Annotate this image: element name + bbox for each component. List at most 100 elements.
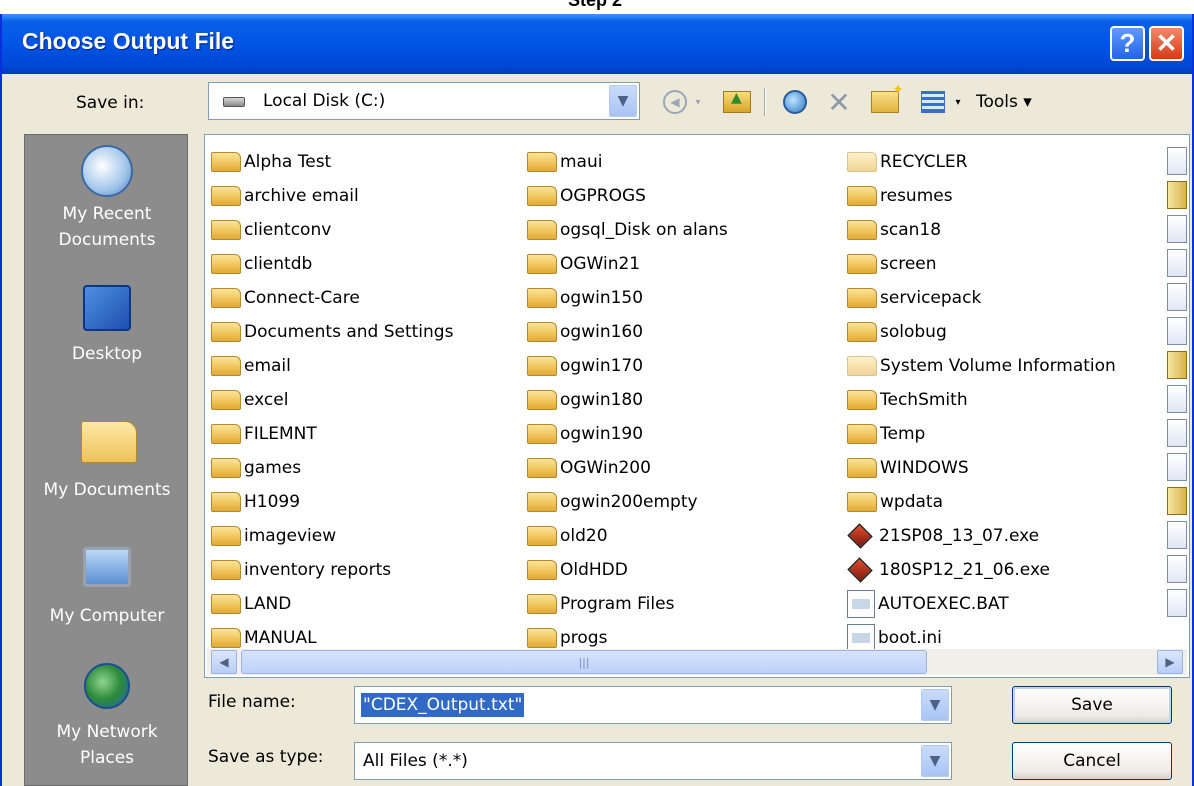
scroll-left-button[interactable]: ◀ — [211, 650, 237, 674]
save-as-type-label: Save as type: — [208, 747, 324, 767]
help-button[interactable]: ? — [1110, 26, 1145, 61]
document-icon[interactable] — [1167, 453, 1187, 481]
folder-item[interactable]: H1099 — [211, 487, 300, 517]
file-item[interactable]: 180SP12_21_06.exe — [847, 555, 1050, 585]
file-list[interactable]: Alpha Test archive email clientconv clie… — [204, 134, 1190, 678]
views-dropdown[interactable]: ▾ — [952, 86, 964, 118]
folder-item[interactable]: old20 — [527, 521, 608, 551]
document-icon[interactable] — [1167, 215, 1187, 243]
folder-item[interactable]: RECYCLER — [847, 147, 967, 177]
folder-item[interactable]: inventory reports — [211, 555, 391, 585]
search-web-button[interactable] — [778, 86, 812, 118]
scroll-thumb[interactable]: ||| — [241, 650, 927, 674]
blank-file-icon[interactable] — [1167, 419, 1187, 447]
folder-item[interactable]: ogwin160 — [527, 317, 643, 347]
folder-icon — [527, 152, 557, 172]
folder-label: OldHDD — [560, 560, 628, 580]
folder-item[interactable]: ogsql_Disk on alans — [527, 215, 728, 245]
folder-item[interactable]: System Volume Information — [847, 351, 1116, 381]
folder-item[interactable]: LAND — [211, 589, 291, 619]
document-icon[interactable] — [1167, 385, 1187, 413]
folder-item[interactable]: ogwin200empty — [527, 487, 698, 517]
folder-label: servicepack — [880, 288, 982, 308]
file-name-input[interactable]: "CDEX_Output.txt" ▼ — [354, 686, 952, 724]
folder-item[interactable]: excel — [211, 385, 288, 415]
folder-item[interactable]: Alpha Test — [211, 147, 331, 177]
folder-item[interactable]: ogwin170 — [527, 351, 643, 381]
folder-icon — [211, 424, 241, 444]
folder-item[interactable]: resumes — [847, 181, 953, 211]
folder-item[interactable]: OldHDD — [527, 555, 628, 585]
zip-file-icon[interactable] — [1167, 351, 1187, 379]
save-button[interactable]: Save — [1012, 686, 1172, 724]
folder-label: ogwin190 — [560, 424, 644, 444]
folder-item[interactable]: imageview — [211, 521, 336, 551]
zip-file-icon[interactable] — [1167, 181, 1187, 209]
folder-item[interactable]: Connect-Care — [211, 283, 360, 313]
close-button[interactable]: ✕ — [1149, 26, 1184, 61]
folder-item[interactable]: ogwin150 — [527, 283, 643, 313]
folder-item[interactable]: scan18 — [847, 215, 941, 245]
folder-item[interactable]: games — [211, 453, 301, 483]
text-file-icon[interactable] — [1167, 249, 1187, 277]
place-my-network-places[interactable]: My Network Places — [25, 663, 189, 771]
folder-item[interactable]: ogwin180 — [527, 385, 643, 415]
folder-item[interactable]: FILEMNT — [211, 419, 317, 449]
folder-item[interactable]: servicepack — [847, 283, 981, 313]
place-my-recent-documents[interactable]: My Recent Documents — [25, 145, 189, 253]
back-dropdown[interactable]: ▾ — [692, 86, 704, 118]
folder-item[interactable]: wpdata — [847, 487, 943, 517]
save-in-dropdown[interactable]: Local Disk (C:) ▼ — [208, 82, 640, 120]
file-item[interactable]: AUTOEXEC.BAT — [847, 589, 1009, 619]
up-one-level-button[interactable] — [720, 86, 754, 118]
folder-item[interactable]: Temp — [847, 419, 925, 449]
folder-icon — [211, 628, 241, 648]
document-icon[interactable] — [1167, 317, 1187, 345]
folder-item[interactable]: Documents and Settings — [211, 317, 453, 347]
program-file-icon[interactable] — [1167, 589, 1187, 617]
zip-file-icon[interactable] — [1167, 487, 1187, 515]
tools-menu[interactable]: Tools ▾ — [976, 86, 1066, 118]
caption-text: Step 2 — [568, 0, 623, 10]
folder-icon — [847, 254, 877, 274]
folder-item[interactable]: ogwin190 — [527, 419, 643, 449]
folder-item[interactable]: clientconv — [211, 215, 331, 245]
new-folder-button[interactable] — [868, 82, 904, 118]
title-bar[interactable]: Choose Output File ? ✕ — [2, 14, 1192, 74]
document-icon[interactable] — [1167, 147, 1187, 175]
delete-button[interactable]: ✕ — [824, 86, 854, 119]
place-my-documents[interactable]: My Documents — [25, 415, 189, 503]
save-in-dropdown-arrow[interactable]: ▼ — [609, 85, 637, 117]
folder-item[interactable]: OGPROGS — [527, 181, 646, 211]
folder-item[interactable]: archive email — [211, 181, 359, 211]
scroll-right-button[interactable]: ▶ — [1157, 650, 1183, 674]
folder-item[interactable]: maui — [527, 147, 602, 177]
folder-item[interactable]: WINDOWS — [847, 453, 969, 483]
folder-item[interactable]: clientdb — [211, 249, 312, 279]
save-as-type-dropdown-arrow[interactable]: ▼ — [921, 745, 949, 777]
horizontal-scrollbar[interactable]: ◀ ||| ▶ — [207, 649, 1187, 675]
folder-icon — [847, 458, 877, 478]
file-name-dropdown-arrow[interactable]: ▼ — [921, 689, 949, 721]
folder-label: Connect-Care — [244, 288, 360, 308]
place-my-computer[interactable]: My Computer — [25, 547, 189, 629]
file-item[interactable]: 21SP08_13_07.exe — [847, 521, 1039, 551]
document-icon[interactable] — [1167, 283, 1187, 311]
image-file-icon[interactable] — [1167, 555, 1187, 583]
place-desktop[interactable]: Desktop — [25, 285, 189, 367]
document-icon[interactable] — [1167, 521, 1187, 549]
save-as-type-dropdown[interactable]: All Files (*.*) ▼ — [354, 742, 952, 780]
folder-item[interactable]: OGWin200 — [527, 453, 651, 483]
folder-item[interactable]: screen — [847, 249, 937, 279]
folder-item[interactable]: email — [211, 351, 291, 381]
back-button[interactable]: ◀ — [660, 86, 690, 118]
folder-item[interactable]: solobug — [847, 317, 947, 347]
folder-label: ogsql_Disk on alans — [560, 220, 728, 240]
folder-item[interactable]: OGWin21 — [527, 249, 640, 279]
cancel-button[interactable]: Cancel — [1012, 742, 1172, 780]
views-button[interactable] — [918, 86, 948, 118]
folder-icon — [847, 390, 877, 410]
up-folder-icon — [723, 90, 751, 113]
folder-item[interactable]: Program Files — [527, 589, 674, 619]
folder-item[interactable]: TechSmith — [847, 385, 968, 415]
